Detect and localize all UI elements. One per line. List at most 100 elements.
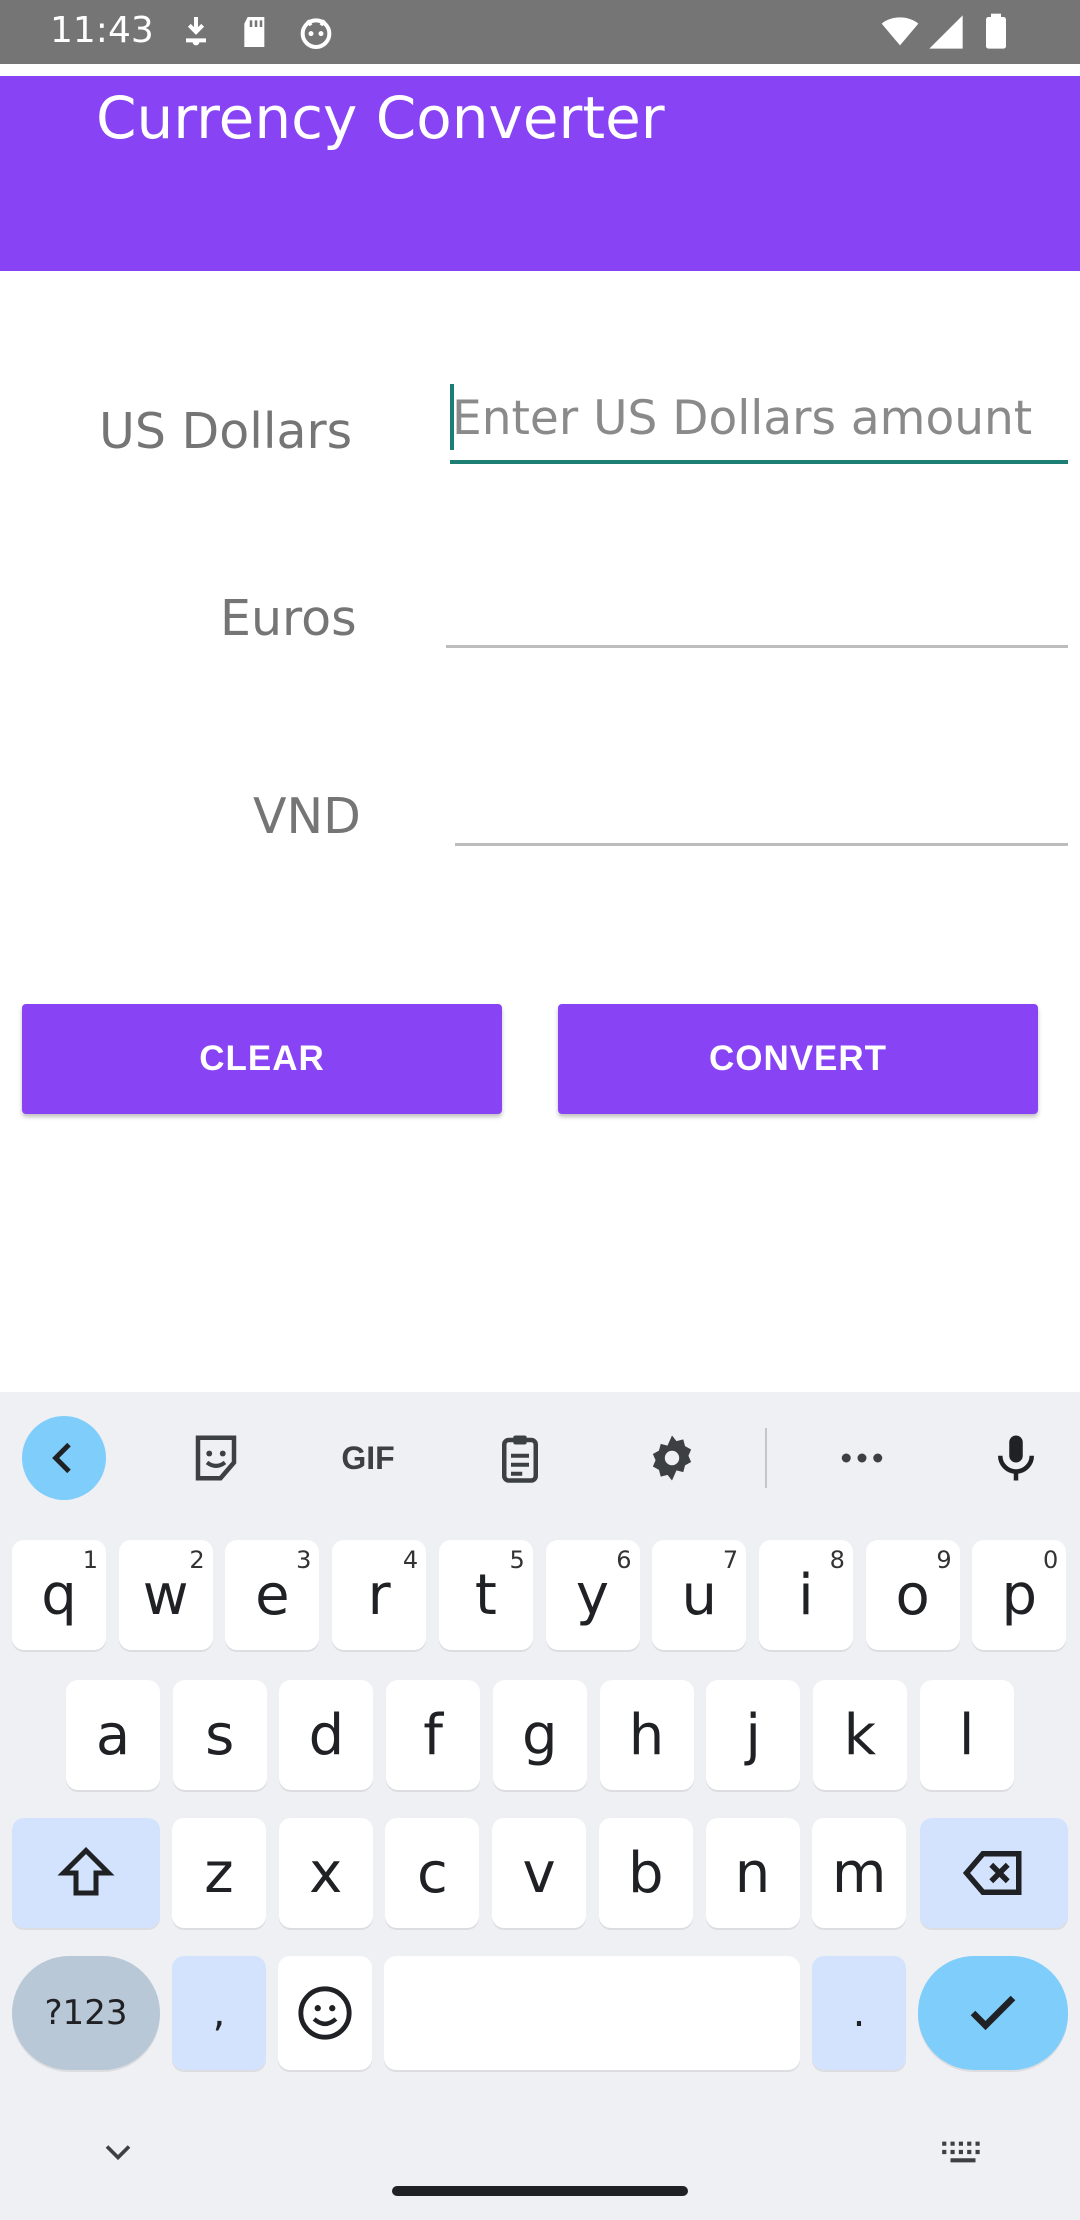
key-i[interactable]: i8 (758, 1540, 853, 1650)
key-hint: 5 (509, 1546, 525, 1574)
usd-input[interactable] (452, 386, 1068, 450)
key-label: j (745, 1702, 761, 1768)
backspace-key[interactable] (920, 1818, 1068, 1928)
vnd-input-underline (455, 843, 1068, 846)
key-j[interactable]: j (706, 1680, 801, 1790)
key-hint: 3 (296, 1546, 312, 1574)
key-label: k (843, 1702, 877, 1768)
key-label: r (367, 1562, 391, 1628)
emoji-key[interactable] (278, 1956, 372, 2070)
switch-keyboard-button[interactable] (938, 2130, 988, 2174)
key-hint: 0 (1043, 1546, 1059, 1574)
voice-input-button[interactable] (974, 1416, 1058, 1500)
key-label: l (958, 1702, 975, 1768)
key-c[interactable]: c (385, 1818, 480, 1928)
key-r[interactable]: r4 (332, 1540, 427, 1650)
key-k[interactable]: k (812, 1680, 907, 1790)
key-hint: 7 (722, 1546, 739, 1574)
more-horizontal-icon (841, 1453, 883, 1463)
convert-button[interactable]: CONVERT (558, 1004, 1038, 1114)
key-label: w (142, 1562, 189, 1628)
clear-button[interactable]: CLEAR (22, 1004, 502, 1114)
key-label: y (575, 1562, 610, 1628)
status-time: 11:43 (50, 10, 154, 51)
key-g[interactable]: g (492, 1680, 587, 1790)
key-label: s (205, 1702, 235, 1768)
sticker-button[interactable] (174, 1416, 258, 1500)
battery-icon (986, 13, 1006, 49)
usd-input-underline (450, 460, 1068, 464)
key-e[interactable]: e3 (225, 1540, 320, 1650)
gesture-nav-handle[interactable] (392, 2186, 688, 2196)
key-hint: 8 (829, 1546, 845, 1574)
space-key[interactable] (384, 1956, 800, 2070)
key-y[interactable]: y6 (545, 1540, 640, 1650)
download-icon (186, 17, 206, 46)
emoji-icon (298, 1986, 352, 2040)
shift-key[interactable] (12, 1818, 160, 1928)
key-label: h (628, 1702, 665, 1768)
gear-icon (652, 1435, 692, 1481)
hide-keyboard-button[interactable] (96, 2130, 140, 2174)
key-u[interactable]: u7 (652, 1540, 747, 1650)
key-q[interactable]: q1 (12, 1540, 106, 1650)
clipboard-button[interactable] (478, 1416, 562, 1500)
key-w[interactable]: w2 (118, 1540, 213, 1650)
gif-button[interactable]: GIF (326, 1416, 410, 1500)
key-p[interactable]: p0 (972, 1540, 1067, 1650)
more-options-button[interactable] (820, 1416, 904, 1500)
key-a[interactable]: a (66, 1680, 160, 1790)
vnd-input[interactable] (456, 778, 1068, 842)
eur-input[interactable] (448, 580, 1068, 644)
chevron-down-icon (105, 2145, 131, 2161)
settings-button[interactable] (630, 1416, 714, 1500)
backspace-icon (962, 1851, 1022, 1895)
key-label: g (522, 1702, 558, 1768)
key-z[interactable]: z (172, 1818, 266, 1928)
microphone-icon (998, 1435, 1034, 1481)
key-label: e (255, 1562, 290, 1628)
comma-key[interactable]: , (172, 1956, 266, 2070)
key-label: v (522, 1840, 556, 1906)
key-m[interactable]: m (812, 1818, 907, 1928)
android-debug-icon (300, 18, 332, 50)
key-hint: 6 (616, 1546, 632, 1574)
key-l[interactable]: l (919, 1680, 1014, 1790)
key-s[interactable]: s (172, 1680, 267, 1790)
sd-card-icon (244, 17, 265, 47)
key-x[interactable]: x (278, 1818, 373, 1928)
key-label: n (734, 1840, 771, 1906)
key-label: x (309, 1840, 343, 1906)
key-label: a (95, 1702, 131, 1768)
clipboard-icon (502, 1435, 538, 1483)
key-label: b (628, 1840, 664, 1906)
key-hint: 4 (402, 1546, 419, 1574)
checkmark-icon (970, 1995, 1016, 2031)
key-n[interactable]: n (705, 1818, 800, 1928)
key-t[interactable]: t5 (438, 1540, 533, 1650)
key-h[interactable]: h (599, 1680, 694, 1790)
cellular-signal-icon (929, 15, 963, 49)
key-f[interactable]: f (386, 1680, 481, 1790)
period-key[interactable]: . (812, 1956, 906, 2070)
keyboard-back-button[interactable] (22, 1416, 106, 1500)
vnd-label: VND (253, 788, 361, 845)
usd-label: US Dollars (99, 403, 353, 460)
key-label: p (1001, 1562, 1038, 1628)
key-hint: 2 (189, 1546, 205, 1574)
key-b[interactable]: b (598, 1818, 693, 1928)
symbols-key[interactable]: ?123 (12, 1956, 160, 2070)
key-label: c (416, 1840, 448, 1906)
key-label: i (798, 1562, 814, 1628)
key-hint: 9 (936, 1546, 952, 1574)
key-label: m (831, 1840, 887, 1906)
enter-key[interactable] (918, 1956, 1068, 2070)
key-d[interactable]: d (279, 1680, 374, 1790)
key-v[interactable]: v (492, 1818, 587, 1928)
eur-label: Euros (220, 590, 357, 647)
soft-keyboard (0, 1392, 1080, 2220)
toolbar-divider (765, 1428, 767, 1488)
key-o[interactable]: o9 (865, 1540, 960, 1650)
shift-icon (57, 1846, 115, 1896)
key-label: t (474, 1562, 497, 1628)
